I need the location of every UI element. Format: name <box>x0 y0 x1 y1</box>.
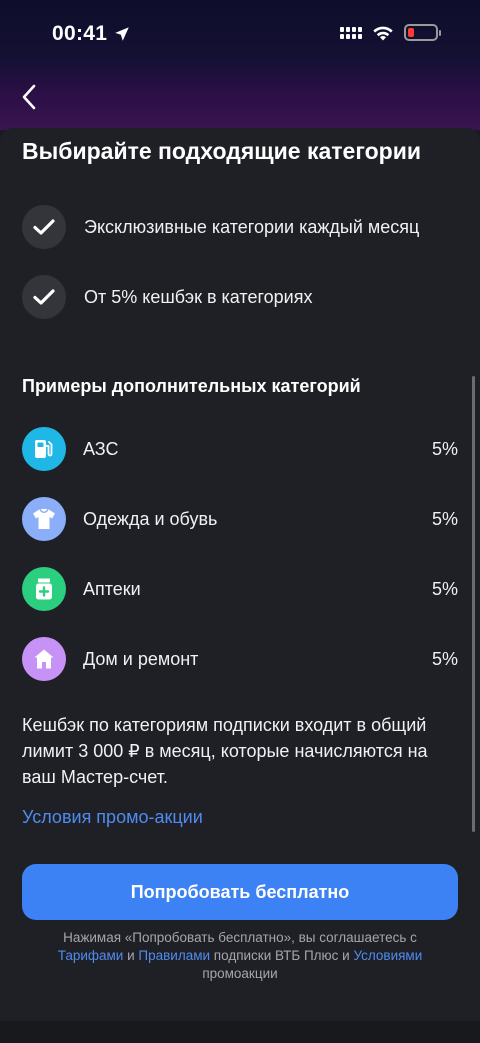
cellular-signal-icon <box>340 26 362 39</box>
tariffs-link[interactable]: Тарифами <box>58 948 124 963</box>
check-icon <box>22 205 66 249</box>
category-value: 5% <box>431 648 458 669</box>
legal-text: и <box>123 948 139 963</box>
battery-icon <box>404 24 441 41</box>
status-bar: 00:41 <box>0 0 480 130</box>
feature-item-exclusive: Эксклюзивные категории каждый месяц <box>22 205 419 249</box>
medicine-icon <box>22 567 66 611</box>
status-time: 00:41 <box>52 22 131 46</box>
cashback-limit-note: Кешбэк по категориям подписки входит в о… <box>22 715 428 787</box>
conditions-link[interactable]: Условиями <box>353 948 422 963</box>
status-time-label: 00:41 <box>52 22 108 45</box>
check-icon <box>22 275 66 319</box>
location-arrow-icon <box>115 27 129 41</box>
wifi-icon <box>373 26 393 40</box>
section-title: Примеры дополнительных категорий <box>22 376 361 396</box>
category-label: Одежда и обувь <box>83 508 218 529</box>
category-label: Дом и ремонт <box>83 648 199 669</box>
category-value: 5% <box>431 578 458 599</box>
category-row-fuel: АЗС 5% <box>22 427 458 471</box>
category-label: Аптеки <box>83 578 141 599</box>
category-row-pharmacy: Аптеки 5% <box>22 567 458 611</box>
rules-link[interactable]: Правилами <box>138 948 210 963</box>
legal-text: подписки ВТБ Плюс и <box>210 948 354 963</box>
legal-disclaimer: Нажимая «Попробовать бесплатно», вы согл… <box>30 929 450 983</box>
promo-terms-link[interactable]: Условия промо-акции <box>22 807 203 828</box>
category-row-home: Дом и ремонт 5% <box>22 637 458 681</box>
feature-text: От 5% кешбэк в категориях <box>84 286 313 307</box>
category-value: 5% <box>431 438 458 459</box>
back-button[interactable] <box>14 82 44 112</box>
scrollbar[interactable] <box>472 376 475 832</box>
try-free-button[interactable]: Попробовать бесплатно <box>22 864 458 920</box>
bottom-bar <box>0 1021 480 1043</box>
tshirt-icon <box>22 497 66 541</box>
legal-text: промоакции <box>202 966 278 981</box>
category-label: АЗС <box>83 438 119 459</box>
feature-item-cashback: От 5% кешбэк в категориях <box>22 275 312 319</box>
house-icon <box>22 637 66 681</box>
chevron-left-icon <box>22 84 36 110</box>
page-title: Выбирайте подходящие категории <box>22 138 421 164</box>
legal-text: Нажимая «Попробовать бесплатно», вы согл… <box>63 930 417 945</box>
fuel-pump-icon <box>22 427 66 471</box>
feature-text: Эксклюзивные категории каждый месяц <box>84 216 420 237</box>
category-value: 5% <box>431 508 458 529</box>
status-indicators <box>340 24 441 41</box>
category-row-clothing: Одежда и обувь 5% <box>22 497 458 541</box>
